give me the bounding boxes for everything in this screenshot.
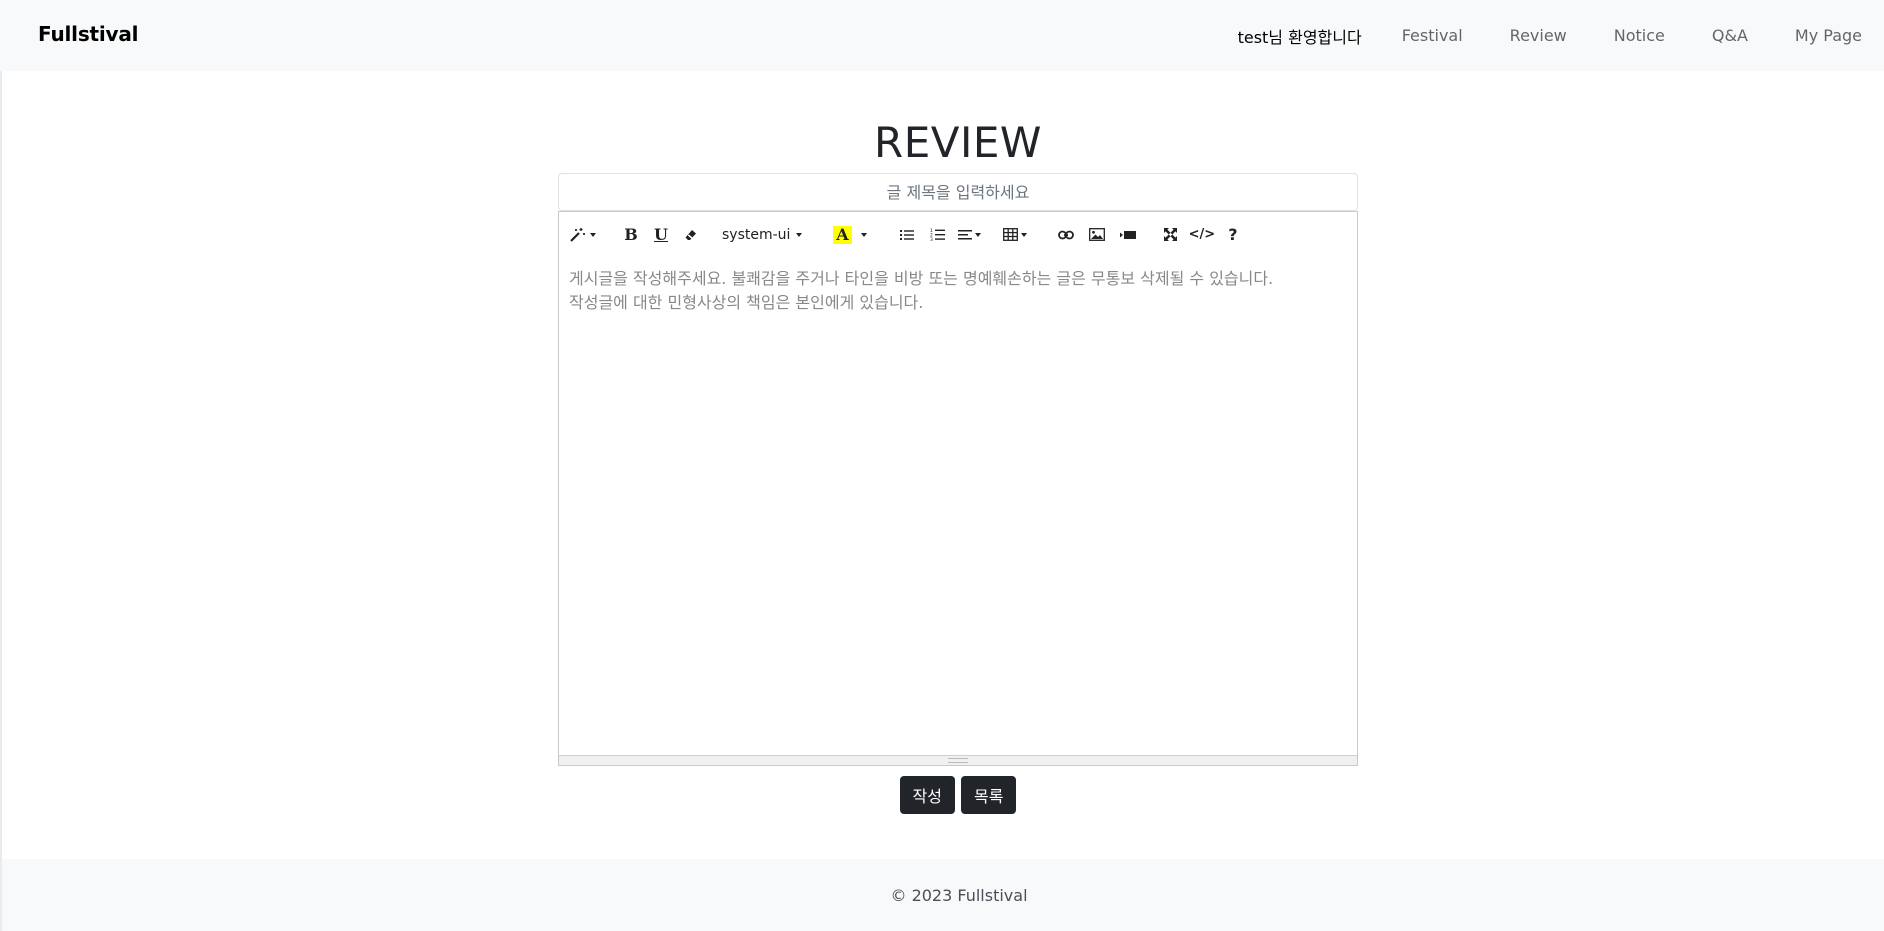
paragraph-align-icon[interactable] [952, 221, 986, 249]
text-color-icon: A [833, 225, 852, 244]
rich-text-editor: B U system-ui A 123 </> ? 게시글을 작성해주세요. 불… [558, 211, 1358, 766]
footer: © 2023 Fullstival [2, 859, 1884, 931]
footer-copyright: © 2023 Fullstival [890, 885, 1028, 905]
link-icon[interactable] [1050, 221, 1081, 249]
text-color-button[interactable]: A [830, 221, 854, 249]
page-title: REVIEW [874, 118, 1042, 167]
nav-review[interactable]: Review [1510, 26, 1567, 45]
video-icon[interactable] [1112, 221, 1143, 249]
nav-my-page[interactable]: My Page [1795, 26, 1862, 45]
help-button[interactable]: ? [1217, 221, 1248, 249]
nav-menu: test님 환영합니다 Festival Review Notice Q&A M… [1238, 0, 1884, 71]
editor-content-area[interactable]: 게시글을 작성해주세요. 불쾌감을 주거나 타인을 비방 또는 명예훼손하는 글… [559, 257, 1357, 757]
list-button[interactable]: 목록 [961, 776, 1017, 814]
form-actions: 작성 목록 [0, 776, 1884, 814]
code-view-button[interactable]: </> [1186, 221, 1217, 249]
brand-logo[interactable]: Fullstival [38, 22, 139, 46]
eraser-icon[interactable] [676, 221, 706, 249]
nav-notice[interactable]: Notice [1614, 26, 1665, 45]
style-magic-wand-icon[interactable] [569, 221, 596, 249]
font-family-dropdown[interactable]: system-ui [718, 221, 806, 249]
navbar: Fullstival test님 환영합니다 Festival Review N… [0, 0, 1884, 71]
bold-button[interactable]: B [616, 221, 646, 249]
image-icon[interactable] [1081, 221, 1112, 249]
ordered-list-icon[interactable]: 123 [922, 221, 952, 249]
submit-button[interactable]: 작성 [899, 776, 955, 814]
nav-qna[interactable]: Q&A [1712, 26, 1748, 45]
unordered-list-icon[interactable] [892, 221, 922, 249]
editor-placeholder-line-1: 게시글을 작성해주세요. 불쾌감을 주거나 타인을 비방 또는 명예훼손하는 글… [569, 269, 1274, 288]
post-title-input[interactable] [558, 173, 1358, 211]
welcome-message: test님 환영합니다 [1237, 27, 1362, 47]
nav-festival[interactable]: Festival [1402, 26, 1463, 45]
table-icon[interactable] [998, 221, 1032, 249]
editor-placeholder-line-2: 작성글에 대한 민형사상의 책임은 본인에게 있습니다. [569, 293, 924, 312]
underline-button[interactable]: U [646, 221, 676, 249]
resize-grip-icon [948, 758, 968, 763]
fullscreen-icon[interactable] [1155, 221, 1186, 249]
font-family-label: system-ui [722, 226, 791, 243]
text-color-dropdown[interactable] [854, 221, 874, 249]
editor-resize-handle[interactable] [559, 755, 1357, 765]
editor-toolbar: B U system-ui A 123 </> ? [559, 212, 1357, 257]
svg-text:3: 3 [930, 237, 933, 241]
